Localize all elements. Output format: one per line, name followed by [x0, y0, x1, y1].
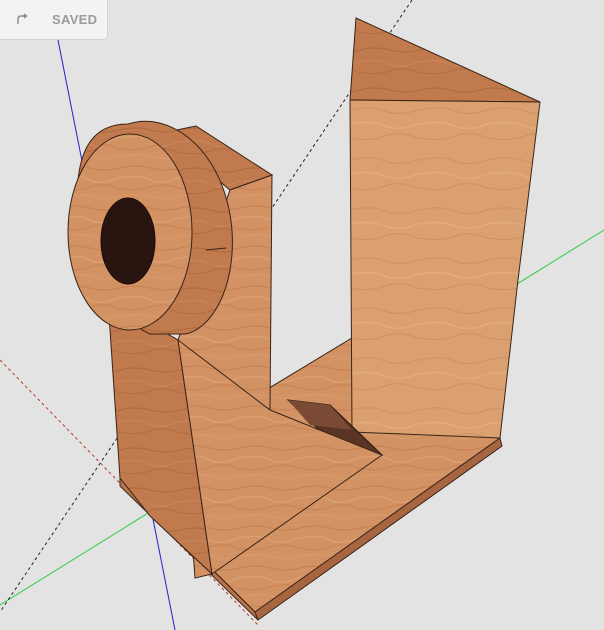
- cylinder-hole: [100, 197, 156, 285]
- right-panel-top: [349, 17, 541, 103]
- saved-status-label: SAVED: [52, 12, 98, 27]
- 3d-model-canvas[interactable]: [0, 0, 604, 630]
- modeling-viewport[interactable]: SAVED: [0, 0, 604, 630]
- right-panel-face: [349, 99, 541, 439]
- redo-icon[interactable]: [14, 12, 30, 28]
- save-status-chip: SAVED: [0, 0, 108, 40]
